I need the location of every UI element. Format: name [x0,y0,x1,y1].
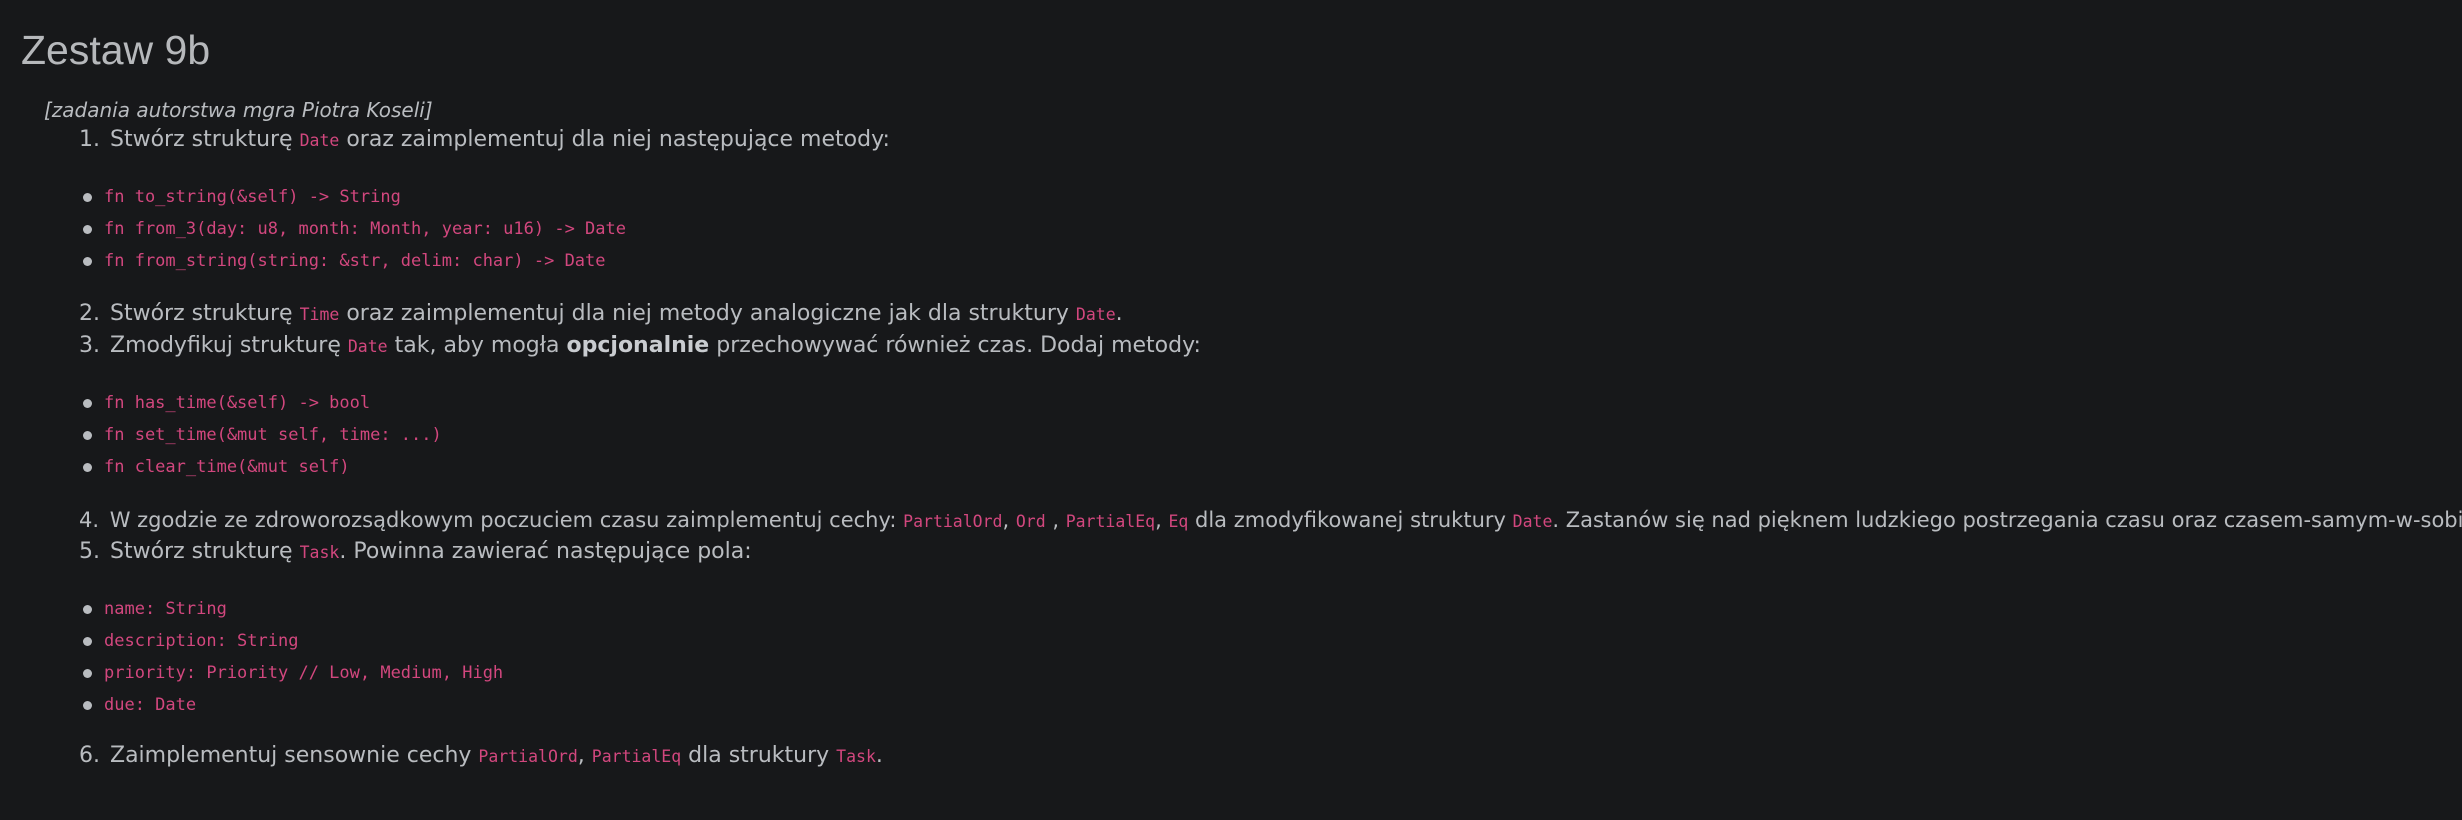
emphasis-text: opcjonalnie [566,333,710,358]
method-item: fn clear_time(&mut self) [104,457,350,477]
task-4: 4. W zgodzie ze zdroworozsądkowym poczuc… [79,505,2462,537]
document: Zestaw 9b [zadania autorstwa mgra Piotra… [0,0,2462,820]
task-text: tak, aby mogła [387,333,567,358]
method-item: fn has_time(&self) -> bool [104,393,371,413]
bullet-dot [83,463,92,472]
task-6: 6. Zaimplementuj sensownie cechy Partial… [79,741,883,772]
field-item: priority: Priority // Low, Medium, High [104,663,504,683]
task-5: 5. Stwórz strukturę Task. Powinna zawier… [79,537,752,568]
task-text: . [875,743,883,768]
task-text: Stwórz strukturę [110,539,300,564]
inline-code: Date [1512,512,1553,531]
task-3: 3. Zmodyfikuj strukturę Date tak, aby mo… [79,331,1201,362]
task-text: dla struktury [681,743,837,768]
field-item: due: Date [104,695,197,715]
inline-code: Eq [1168,512,1189,531]
task-text: , [577,743,592,768]
bullet-dot [83,193,92,202]
bullet-dot [83,431,92,440]
inline-code: Date [347,337,388,356]
method-item: fn from_3(day: u8, month: Month, year: u… [104,219,626,239]
inline-code: Task [299,543,340,562]
task-text: . Powinna zawierać następujące pola: [339,539,752,564]
task-number: 4. [79,508,100,532]
task-text: oraz zaimplementuj dla niej następujące … [339,127,890,152]
task-number: 6. [79,743,100,768]
inline-code: PartialOrd [478,747,578,766]
inline-code: PartialOrd [903,512,1003,531]
task-text: , [1155,508,1169,532]
task-number: 2. [79,301,100,326]
task-text: . Zastanów się nad pięknem ludzkiego pos… [1552,508,2462,532]
bullet-dot [83,701,92,710]
task-text: . [1115,301,1123,326]
field-item: description: String [104,631,299,651]
task-text: Zmodyfikuj strukturę [110,333,348,358]
inline-code: Date [299,131,340,150]
task-text: Stwórz strukturę [110,301,300,326]
inline-code: PartialEq [1065,512,1156,531]
bullet-dot [83,637,92,646]
field-item: name: String [104,599,227,619]
credit-note: [zadania autorstwa mgra Piotra Koseli] [44,98,433,122]
inline-code: Ord [1015,512,1046,531]
task-text: Zaimplementuj sensownie cechy [110,743,479,768]
task-text: oraz zaimplementuj dla niej metody analo… [339,301,1076,326]
bullet-dot [83,399,92,408]
page-title: Zestaw 9b [21,27,211,73]
task-text: przechowywać również czas. Dodaj metody: [709,333,1201,358]
bullet-dot [83,257,92,266]
inline-code: PartialEq [591,747,682,766]
task-text: W zgodzie ze zdroworozsądkowym poczuciem… [109,508,904,532]
method-item: fn to_string(&self) -> String [104,187,401,207]
task-number: 3. [79,333,100,358]
inline-code: Date [1075,305,1116,324]
method-item: fn set_time(&mut self, time: ...) [104,425,442,445]
task-2: 2. Stwórz strukturę Time oraz zaimplemen… [79,299,1123,330]
task-text: dla zmodyfikowanej struktury [1188,508,1513,532]
method-item: fn from_string(string: &str, delim: char… [104,251,606,271]
task-number: 1. [79,127,100,152]
bullet-dot [83,669,92,678]
task-number: 5. [79,539,100,564]
inline-code: Task [836,747,876,766]
task-text: , [1002,508,1016,532]
bullet-dot [83,605,92,614]
task-1: 1. Stwórz strukturę Date oraz zaimplemen… [79,125,890,156]
bullet-dot [83,225,92,234]
task-text: , [1045,508,1066,532]
inline-code: Time [299,305,340,324]
task-text: Stwórz strukturę [110,127,300,152]
